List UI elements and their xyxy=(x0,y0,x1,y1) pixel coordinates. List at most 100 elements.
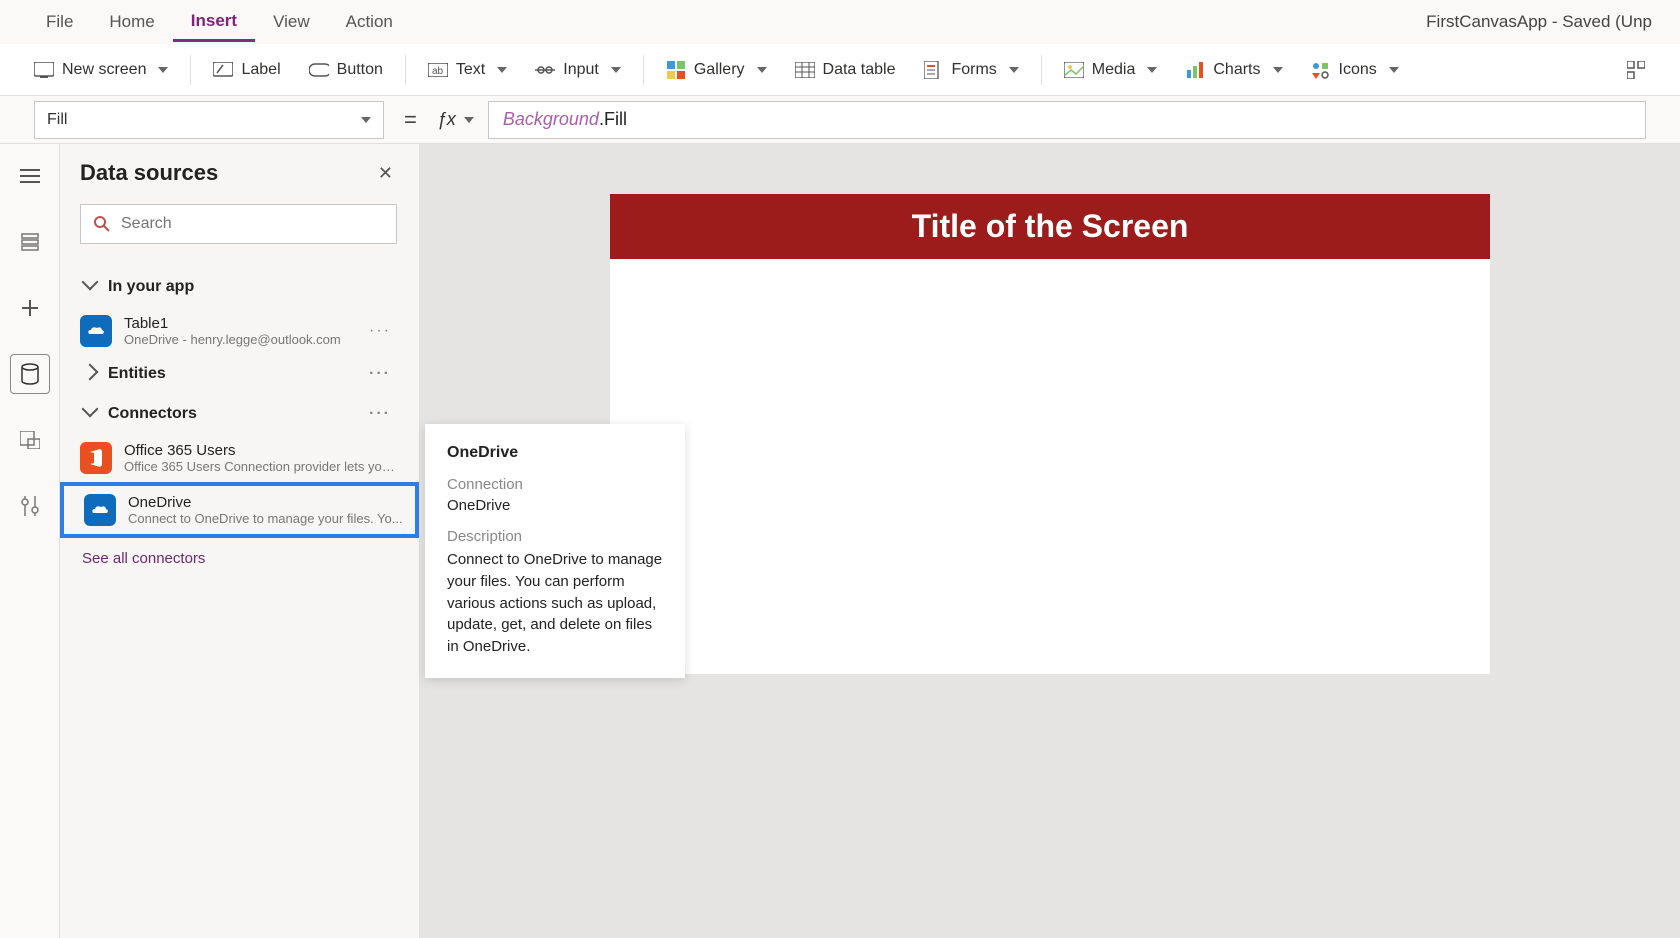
section-connectors[interactable]: Connectors ··· xyxy=(80,393,411,434)
chevron-down-icon xyxy=(464,117,474,123)
see-all-connectors-link[interactable]: See all connectors xyxy=(80,538,411,579)
advanced-tools-button[interactable] xyxy=(10,486,50,526)
section-entities[interactable]: Entities ··· xyxy=(80,355,411,393)
chevron-down-icon xyxy=(1009,67,1019,73)
icons-label: Icons xyxy=(1339,61,1377,79)
chevron-down-icon xyxy=(158,67,168,73)
text-button[interactable]: ab Text xyxy=(414,52,521,88)
forms-label: Forms xyxy=(951,61,996,79)
tooltip-connection-label: Connection xyxy=(447,476,663,493)
panel-title: Data sources xyxy=(80,160,218,186)
data-source-table1[interactable]: Table1 OneDrive - henry.legge@outlook.co… xyxy=(80,307,411,355)
connector-office365-users[interactable]: Office 365 Users Office 365 Users Connec… xyxy=(80,434,411,482)
data-source-sub: OneDrive - henry.legge@outlook.com xyxy=(124,332,357,347)
data-sources-panel: Data sources ✕ In your app Table1 OneDri… xyxy=(60,144,420,938)
charts-button[interactable]: Charts xyxy=(1171,52,1296,88)
chevron-down-icon xyxy=(361,117,371,123)
chevron-down-icon xyxy=(1389,67,1399,73)
search-icon xyxy=(93,215,111,233)
chevron-down-icon xyxy=(611,67,621,73)
left-rail xyxy=(0,144,60,938)
connector-sub: Connect to OneDrive to manage your files… xyxy=(128,511,407,526)
media-button[interactable]: Media xyxy=(1050,52,1172,88)
data-source-name: Table1 xyxy=(124,315,357,332)
menu-bar: File Home Insert View Action FirstCanvas… xyxy=(0,0,1680,44)
input-icon xyxy=(535,60,555,80)
tooltip-connection-value: OneDrive xyxy=(447,497,663,514)
chevron-down-icon xyxy=(1147,67,1157,73)
icons-icon xyxy=(1311,60,1331,80)
text-label: Text xyxy=(456,61,485,79)
separator xyxy=(643,55,644,85)
input-button[interactable]: Input xyxy=(521,52,635,88)
onedrive-icon xyxy=(80,315,112,347)
label-icon xyxy=(213,60,233,80)
label-button[interactable]: Label xyxy=(199,52,294,88)
chevron-down-icon xyxy=(84,403,96,424)
separator xyxy=(1041,55,1042,85)
button-icon xyxy=(309,60,329,80)
section-label: In your app xyxy=(108,278,194,296)
forms-button[interactable]: Forms xyxy=(909,52,1032,88)
gallery-button[interactable]: Gallery xyxy=(652,52,781,88)
workspace: Data sources ✕ In your app Table1 OneDri… xyxy=(0,144,1680,938)
tree-view-button[interactable] xyxy=(10,222,50,262)
search-input[interactable] xyxy=(121,215,384,233)
new-screen-button[interactable]: New screen xyxy=(20,52,182,88)
text-icon: ab xyxy=(428,60,448,80)
formula-bar: Fill = ƒx Background.Fill xyxy=(0,96,1680,144)
connector-onedrive[interactable]: OneDrive Connect to OneDrive to manage y… xyxy=(60,482,419,538)
screen-icon xyxy=(34,60,54,80)
section-label: Connectors xyxy=(108,405,197,423)
section-in-your-app[interactable]: In your app xyxy=(80,266,411,307)
charts-icon xyxy=(1185,60,1205,80)
menu-file[interactable]: File xyxy=(28,4,91,40)
formula-token-1: Background xyxy=(503,109,599,130)
chevron-right-icon xyxy=(84,365,96,383)
formula-input[interactable]: Background.Fill xyxy=(488,101,1646,139)
tooltip-description-label: Description xyxy=(447,528,663,545)
grid-icon xyxy=(1626,60,1646,80)
input-label: Input xyxy=(563,61,599,79)
more-button[interactable]: ··· xyxy=(369,365,407,383)
grid-view-button[interactable] xyxy=(1612,52,1660,88)
gallery-icon xyxy=(666,60,686,80)
chevron-down-icon xyxy=(84,276,96,297)
data-table-label: Data table xyxy=(823,61,896,79)
media-icon xyxy=(1064,60,1084,80)
property-selector[interactable]: Fill xyxy=(34,101,384,139)
app-title: FirstCanvasApp - Saved (Unp xyxy=(1426,12,1652,32)
button-button[interactable]: Button xyxy=(295,52,397,88)
chevron-down-icon xyxy=(757,67,767,73)
fx-label[interactable]: ƒx xyxy=(437,109,474,130)
ribbon-toolbar: New screen Label Button ab Text Input Ga… xyxy=(0,44,1680,96)
onedrive-icon xyxy=(84,494,116,526)
search-box[interactable] xyxy=(80,204,397,244)
new-screen-label: New screen xyxy=(62,61,146,79)
icons-button[interactable]: Icons xyxy=(1297,52,1413,88)
separator xyxy=(405,55,406,85)
screen-title-bar[interactable]: Title of the Screen xyxy=(610,194,1490,259)
media-panel-button[interactable] xyxy=(10,420,50,460)
menu-action[interactable]: Action xyxy=(328,4,411,40)
app-canvas[interactable]: Title of the Screen xyxy=(610,194,1490,674)
menu-home[interactable]: Home xyxy=(91,4,172,40)
data-button[interactable] xyxy=(10,354,50,394)
close-panel-button[interactable]: ✕ xyxy=(378,163,393,184)
data-table-icon xyxy=(795,60,815,80)
hamburger-button[interactable] xyxy=(10,156,50,196)
menu-view[interactable]: View xyxy=(255,4,328,40)
label-label: Label xyxy=(241,61,280,79)
insert-button[interactable] xyxy=(10,288,50,328)
chevron-down-icon xyxy=(497,67,507,73)
formula-token-2: .Fill xyxy=(599,109,627,130)
media-label: Media xyxy=(1092,61,1136,79)
connector-tooltip: OneDrive Connection OneDrive Description… xyxy=(425,424,685,678)
menu-insert[interactable]: Insert xyxy=(173,3,255,42)
more-button[interactable]: ··· xyxy=(369,405,407,423)
office-icon xyxy=(80,442,112,474)
more-button[interactable]: ··· xyxy=(369,322,401,340)
data-table-button[interactable]: Data table xyxy=(781,52,910,88)
property-name: Fill xyxy=(47,111,67,129)
connector-name: OneDrive xyxy=(128,494,407,511)
